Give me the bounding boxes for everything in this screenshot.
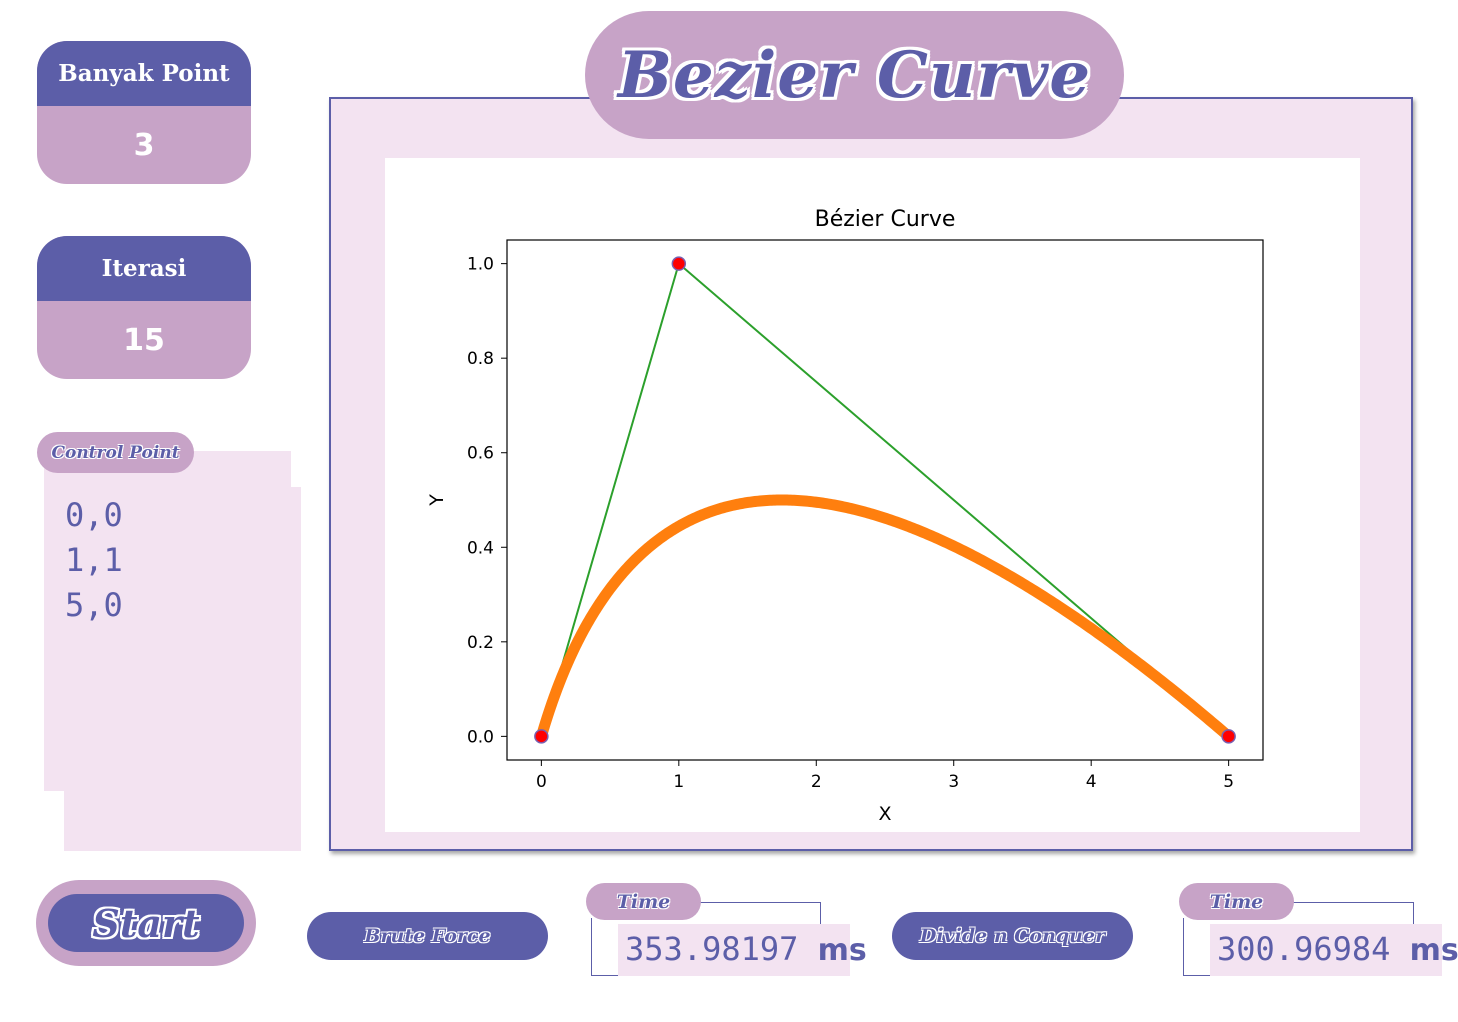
banyak-point-value: 3 — [133, 127, 155, 163]
y-axis-label: Y — [426, 494, 448, 507]
y-tick-label: 0.8 — [467, 349, 494, 369]
x-tick-label: 1 — [673, 772, 684, 792]
divide-conquer-button[interactable]: Divide n Conquer — [892, 912, 1133, 960]
brute-force-time-corner — [591, 918, 620, 976]
divide-conquer-time-frame — [1291, 902, 1414, 925]
start-button[interactable]: Start — [36, 880, 256, 966]
banyak-point-card: Banyak Point 3 — [37, 41, 251, 184]
divide-conquer-time-label: Time — [1179, 883, 1294, 920]
x-axis-ticks: 0 1 2 3 4 5 — [536, 760, 1234, 792]
control-point-label: Control Point — [37, 432, 194, 473]
x-tick-label: 5 — [1223, 772, 1234, 792]
start-button-label: Start — [48, 894, 244, 952]
y-tick-label: 0.4 — [467, 538, 494, 558]
x-tick-label: 0 — [536, 772, 547, 792]
y-axis-ticks: 0.0 0.2 0.4 0.6 0.8 1.0 — [467, 255, 507, 747]
x-tick-label: 2 — [811, 772, 822, 792]
control-point-item: 5,0 — [65, 586, 123, 624]
control-point-item: 1,1 — [65, 541, 123, 579]
brute-force-time-label: Time — [586, 883, 701, 920]
iterasi-card: Iterasi 15 — [37, 236, 251, 379]
y-tick-label: 0.6 — [467, 444, 494, 464]
divide-conquer-time-value: 300.96984 ms — [1217, 930, 1458, 968]
chart-title: Bézier Curve — [815, 207, 956, 232]
bezier-chart: Bézier Curve X Y 0 1 2 3 4 5 0.0 0.2 0.4 0.6 0.8 1… — [426, 207, 1264, 825]
x-tick-label: 4 — [1086, 772, 1097, 792]
control-point-marker — [671, 256, 687, 271]
brute-force-button[interactable]: Brute Force — [307, 912, 548, 960]
y-tick-label: 1.0 — [467, 255, 494, 275]
plot-axes-frame — [506, 239, 1264, 761]
control-point-item: 0,0 — [65, 496, 123, 534]
page-title: Bezier Curve — [617, 37, 1092, 113]
brute-force-time-frame — [697, 902, 821, 925]
y-tick-label: 0.2 — [467, 633, 494, 653]
control-point-marker — [534, 729, 549, 744]
control-point-marker — [1221, 729, 1236, 744]
divide-conquer-time-corner — [1183, 918, 1212, 976]
control-point-panel-bottom — [64, 790, 301, 851]
x-axis-label: X — [878, 803, 891, 825]
y-tick-label: 0.0 — [467, 727, 494, 747]
divide-conquer-time-number: 300.96984 — [1217, 930, 1391, 968]
brute-force-time-value: 353.98197 ms — [625, 930, 867, 968]
x-tick-label: 3 — [948, 772, 959, 792]
iterasi-label: Iterasi — [37, 236, 251, 301]
brute-force-time-unit: ms — [817, 933, 867, 968]
divide-conquer-time-unit: ms — [1409, 933, 1458, 968]
banyak-point-label: Banyak Point — [37, 41, 251, 106]
title-banner: Bezier Curve — [585, 11, 1124, 139]
control-point-list: 0,0 1,1 5,0 — [65, 493, 123, 628]
plot-canvas: Bézier Curve X Y 0 1 2 3 4 5 0.0 0.2 0.4 0.6 0.8 1… — [385, 158, 1360, 832]
iterasi-value: 15 — [123, 322, 165, 358]
brute-force-time-number: 353.98197 — [625, 930, 799, 968]
